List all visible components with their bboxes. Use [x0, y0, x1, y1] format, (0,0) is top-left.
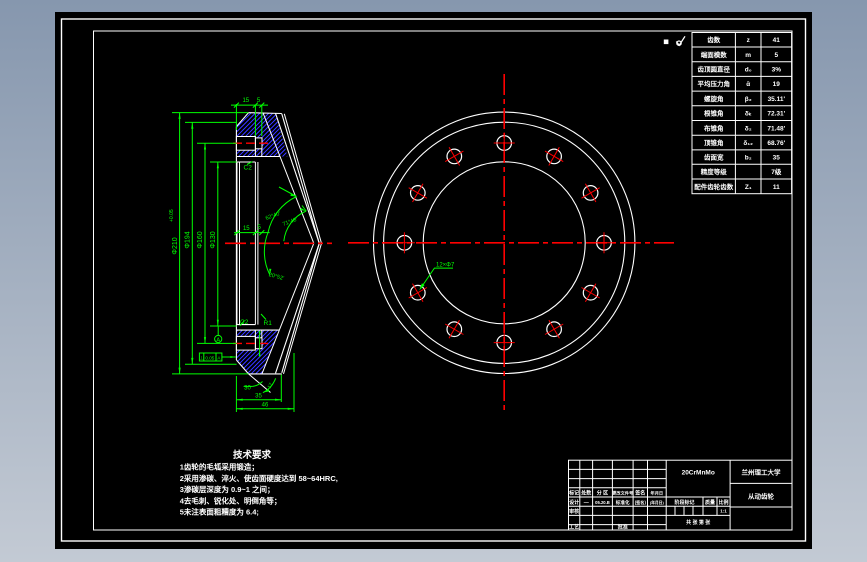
svg-text:齿顶圆直径: 齿顶圆直径 — [697, 64, 730, 73]
svg-text:15: 15 — [242, 98, 249, 104]
svg-text:分 区: 分 区 — [597, 490, 608, 497]
svg-text:35: 35 — [773, 155, 781, 162]
svg-text:共 张 第 张: 共 张 第 张 — [686, 519, 711, 526]
svg-text:2采用渗碳、淬火、使齿面硬度达到 58~64HRC,: 2采用渗碳、淬火、使齿面硬度达到 58~64HRC, — [180, 473, 338, 483]
svg-text:15: 15 — [243, 226, 250, 232]
svg-text:1:1: 1:1 — [720, 509, 727, 514]
svg-text:设计: 设计 — [569, 499, 579, 506]
svg-text:标记: 标记 — [568, 490, 579, 497]
svg-text:19: 19 — [773, 81, 781, 88]
svg-text:C2: C2 — [240, 319, 249, 326]
svg-text:(签名): (签名) — [635, 499, 647, 506]
svg-text:比例: 比例 — [718, 499, 728, 506]
svg-text:质量: 质量 — [705, 499, 715, 506]
svg-text:68.76': 68.76' — [767, 140, 785, 147]
svg-text:Φ160: Φ160 — [197, 231, 204, 248]
svg-text:b₂: b₂ — [745, 155, 752, 162]
svg-text:端面模数: 端面模数 — [701, 50, 728, 59]
svg-text:+0.05: +0.05 — [169, 209, 175, 222]
svg-text:7级: 7级 — [771, 167, 782, 176]
svg-text:11: 11 — [773, 184, 780, 191]
svg-text:71.48': 71.48' — [767, 125, 785, 132]
svg-text:C2: C2 — [244, 165, 253, 172]
svg-text:d₀: d₀ — [745, 66, 752, 73]
svg-text:精度等级: 精度等级 — [701, 167, 728, 176]
svg-text:3渗碳层深度为 0.9~1 之间；: 3渗碳层深度为 0.9~1 之间； — [180, 484, 275, 495]
svg-text:ᾱ: ᾱ — [746, 81, 750, 88]
svg-text:β₂: β₂ — [745, 96, 752, 103]
svg-text:阶段标记: 阶段标记 — [674, 499, 694, 506]
svg-text:兰州理工大学: 兰州理工大学 — [742, 468, 782, 477]
svg-text:4去毛刺、锐化处、明倒角等；: 4去毛刺、锐化处、明倒角等； — [180, 495, 282, 506]
svg-text:δₖ: δₖ — [745, 111, 752, 118]
svg-text:—: — — [584, 500, 589, 506]
svg-text:72.31': 72.31' — [767, 111, 785, 118]
svg-text:0.05: 0.05 — [205, 356, 214, 361]
svg-text:46: 46 — [262, 403, 269, 409]
svg-text:齿面宽: 齿面宽 — [704, 153, 724, 162]
svg-text:20CrMnMo: 20CrMnMo — [682, 470, 715, 477]
svg-text:(年月日): (年月日) — [650, 500, 665, 505]
svg-text:技术要求: 技术要求 — [233, 449, 272, 461]
svg-text:工艺: 工艺 — [569, 523, 579, 530]
svg-text:5: 5 — [774, 52, 778, 59]
svg-text:05.20.B: 05.20.B — [595, 500, 610, 505]
svg-text:δ₂: δ₂ — [745, 125, 752, 132]
svg-text:5未注表面粗糟度为 6.4;: 5未注表面粗糟度为 6.4; — [180, 507, 259, 517]
svg-text:Φ194: Φ194 — [185, 231, 192, 248]
svg-text:更改文件号: 更改文件号 — [612, 490, 633, 497]
svg-text:配件齿轮齿数: 配件齿轮齿数 — [694, 182, 734, 191]
svg-text:标准化: 标准化 — [615, 499, 630, 506]
svg-text:R1: R1 — [264, 320, 273, 327]
svg-text:处数: 处数 — [580, 490, 592, 497]
svg-text:35.11': 35.11' — [768, 96, 786, 103]
svg-text:螺旋角: 螺旋角 — [704, 94, 724, 103]
svg-text:平均压力角: 平均压力角 — [697, 79, 730, 88]
svg-text:A: A — [216, 338, 220, 344]
svg-text:Φ130: Φ130 — [210, 231, 217, 248]
svg-text:批准: 批准 — [618, 523, 628, 530]
svg-text:41: 41 — [773, 37, 781, 44]
svg-text:从动齿轮: 从动齿轮 — [748, 492, 775, 501]
svg-text:12×Φ7: 12×Φ7 — [436, 262, 455, 268]
svg-text:30: 30 — [244, 386, 251, 392]
svg-text:审核: 审核 — [569, 508, 579, 515]
svg-text:根锥角: 根锥角 — [704, 109, 724, 118]
svg-text:Φ210: Φ210 — [172, 237, 179, 254]
svg-text:3%: 3% — [772, 66, 782, 73]
svg-text:⊥: ⊥ — [199, 356, 203, 362]
svg-text:m: m — [745, 52, 751, 59]
svg-text:签名: 签名 — [634, 490, 645, 497]
svg-text:δ₁₂: δ₁₂ — [743, 140, 753, 147]
svg-text:布锥角: 布锥角 — [704, 123, 724, 132]
svg-text:35: 35 — [255, 394, 262, 400]
svg-text:顶锥角: 顶锥角 — [704, 138, 724, 147]
svg-text:年月日: 年月日 — [651, 490, 664, 497]
svg-text:1齿轮的毛坬采用锻造；: 1齿轮的毛坬采用锻造； — [180, 462, 259, 473]
svg-text:Z₁: Z₁ — [745, 184, 752, 191]
svg-text:齿数: 齿数 — [707, 35, 721, 44]
